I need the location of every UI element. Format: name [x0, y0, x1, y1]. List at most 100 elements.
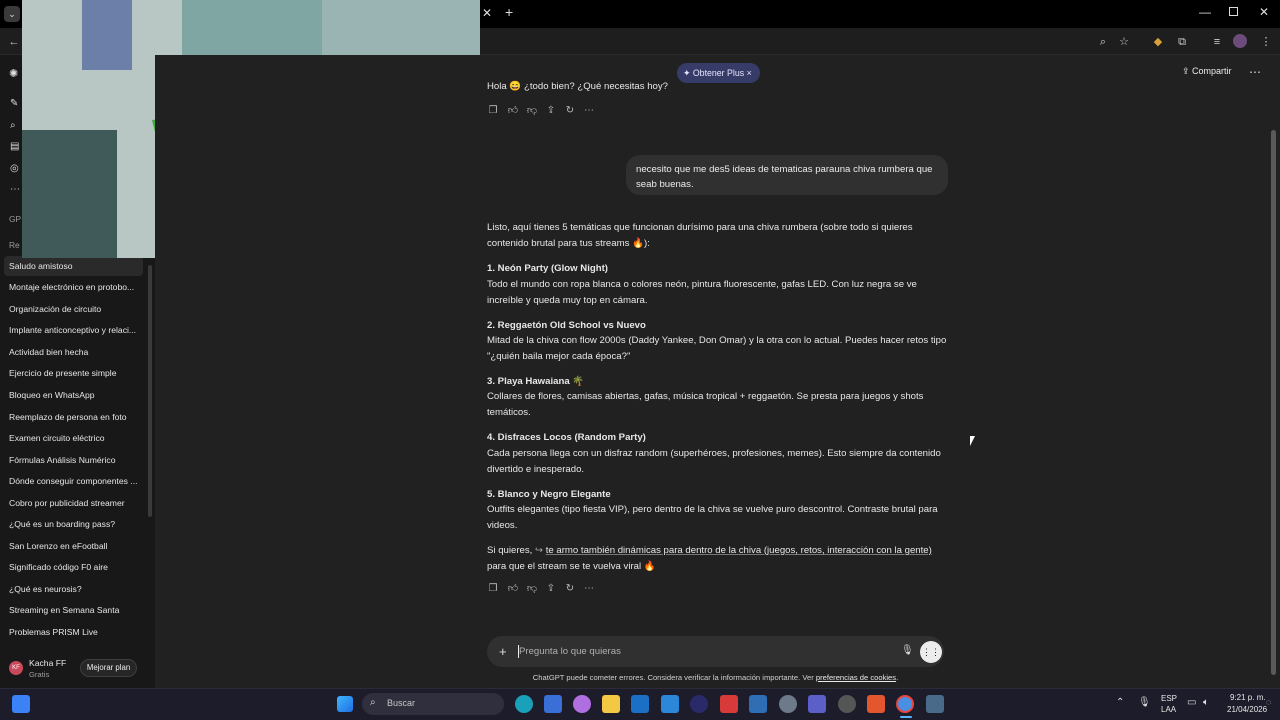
network-icon[interactable]: ▭ [1187, 697, 1196, 708]
search-label: Buscar [387, 698, 416, 708]
store-icon[interactable] [544, 695, 562, 713]
teams-icon[interactable] [808, 695, 826, 713]
idea-body: Collares de flores, camisas abiertas, ga… [487, 391, 924, 418]
user-message-bubble: necesito que me des5 ideas de tematicas … [626, 155, 948, 195]
more-tools-icon[interactable]: ⋯ [10, 184, 20, 195]
sidebar-item-chat[interactable]: Saludo amistoso [4, 256, 143, 276]
sidebar-item-chat[interactable]: Ejercicio de presente simple [4, 363, 143, 383]
sidebar-scrollbar[interactable] [148, 265, 152, 517]
new-chat-icon[interactable]: ✎ [10, 98, 18, 109]
sidebar-item-chat[interactable]: Cobro por publicidad streamer [4, 493, 143, 513]
thumbs-down-icon[interactable]: 👎︎ [526, 105, 538, 117]
conversation-options-icon[interactable]: ⋯ [1249, 65, 1261, 79]
tab-list-dropdown-icon[interactable]: ⌄ [4, 6, 20, 22]
sora-icon[interactable]: ◎ [10, 163, 19, 174]
arrow-icon: ↪ [535, 545, 546, 556]
thumbs-up-icon[interactable]: 👍︎ [507, 583, 519, 595]
restore-icon[interactable] [1229, 7, 1238, 16]
close-icon[interactable]: × [744, 68, 752, 78]
sidebar-item-chat[interactable]: San Lorenzo en eFootball [4, 536, 143, 556]
close-tab-icon[interactable]: ✕ [482, 6, 492, 20]
minimize-icon[interactable]: — [1199, 5, 1211, 19]
thumbs-down-icon[interactable]: 👎︎ [526, 583, 538, 595]
app-icon[interactable] [720, 695, 738, 713]
user-avatar[interactable]: KF [9, 661, 23, 675]
calculator-icon[interactable] [926, 695, 944, 713]
chrome-icon[interactable] [896, 695, 914, 713]
add-attachment-icon[interactable]: + [499, 644, 507, 659]
brave-icon[interactable] [867, 695, 885, 713]
sidebar-item-chat[interactable]: Fórmulas Análisis Numérico [4, 450, 143, 470]
sidebar-item-chat[interactable]: Streaming en Semana Santa [4, 600, 143, 620]
sidebar-item-chat[interactable]: Implante anticonceptivo y relaci... [4, 320, 143, 340]
section-gpts: GP [9, 214, 22, 224]
sidebar-item-chat[interactable]: ¿Qué es un boarding pass? [4, 514, 143, 534]
profile-avatar-icon[interactable] [1233, 34, 1247, 48]
app-icon[interactable] [749, 695, 767, 713]
tray-overflow-icon[interactable]: ⌃ [1116, 697, 1124, 708]
search-chats-icon[interactable]: ⌕ [10, 120, 16, 131]
upgrade-plan-button[interactable]: Mejorar plan [80, 659, 137, 677]
idea-title-text: 3. Playa Hawaiana 🌴 [487, 376, 585, 387]
app-icon[interactable] [690, 695, 708, 713]
composer-input[interactable]: Pregunta lo que quieras [519, 646, 621, 657]
copy-icon[interactable]: ❐ [487, 583, 499, 595]
chat-main-area [155, 55, 1280, 688]
zoom-icon[interactable]: ⌕ [1095, 35, 1111, 49]
browser-menu-icon[interactable]: ⋮ [1258, 35, 1274, 49]
app-icon[interactable] [661, 695, 679, 713]
openai-logo-icon[interactable]: ✺ [9, 67, 18, 80]
cookie-preferences-link[interactable]: preferencias de cookies [816, 673, 896, 682]
back-icon[interactable]: ← [6, 35, 22, 49]
start-icon[interactable] [337, 696, 353, 712]
user-name[interactable]: Kacha FF [29, 658, 66, 668]
edge-icon[interactable] [515, 695, 533, 713]
sidebar-item-chat[interactable]: Significado código F0 aire [4, 557, 143, 577]
app-icon[interactable] [838, 695, 856, 713]
tray-layout[interactable]: LAA [1161, 705, 1176, 714]
more-icon[interactable]: ⋯ [583, 583, 595, 595]
share-icon[interactable]: ⇪ [545, 583, 557, 595]
tray-mic-icon[interactable]: 🎙︎ [1138, 697, 1151, 708]
file-explorer-icon[interactable] [602, 695, 620, 713]
clock-time[interactable]: 9:21 p. m. [1230, 693, 1266, 702]
settings-icon[interactable] [779, 695, 797, 713]
sidebar-item-chat[interactable]: Reemplazo de persona en foto [4, 407, 143, 427]
library-icon[interactable]: ▤ [10, 141, 19, 152]
widgets-icon[interactable] [12, 695, 30, 713]
thumbs-up-icon[interactable]: 👍︎ [507, 105, 519, 117]
extension-icon[interactable]: ◆ [1150, 35, 1166, 49]
bookmark-star-icon[interactable]: ☆ [1116, 35, 1132, 49]
sidebar-item-chat[interactable]: Organización de circuito [4, 299, 143, 319]
taskbar-search[interactable]: ⌕ Buscar [362, 693, 504, 715]
sidebar-item-chat[interactable]: Bloqueo en WhatsApp [4, 385, 143, 405]
outro-suggestion-link[interactable]: te armo también dinámicas para dentro de… [546, 545, 932, 556]
regenerate-icon[interactable]: ↻ [564, 583, 576, 595]
share-button[interactable]: ⇪ Compartir [1182, 66, 1232, 77]
voice-mode-button[interactable]: ⋮⋮ [920, 641, 942, 663]
extensions-puzzle-icon[interactable]: ⧉ [1174, 35, 1190, 49]
copy-icon[interactable]: ❐ [487, 105, 499, 117]
sidebar-item-chat[interactable]: Actividad bien hecha [4, 342, 143, 362]
volume-icon[interactable]: 🔈︎ [1203, 697, 1209, 708]
regenerate-icon[interactable]: ↻ [564, 105, 576, 117]
clock-date[interactable]: 21/04/2026 [1227, 705, 1267, 714]
sidebar-item-chat[interactable]: Montaje electrónico en protobo... [4, 277, 143, 297]
share-icon[interactable]: ⇪ [545, 105, 557, 117]
microphone-icon[interactable]: 🎙︎ [901, 645, 914, 656]
media-control-icon[interactable]: ≡ [1209, 35, 1225, 49]
notifications-icon[interactable]: ◌ [1266, 697, 1271, 707]
sidebar-item-chat[interactable]: ¿Qué es neurosis? [4, 579, 143, 599]
tray-language[interactable]: ESP [1161, 694, 1177, 703]
copilot-icon[interactable] [573, 695, 591, 713]
new-tab-icon[interactable]: + [505, 5, 513, 19]
assistant-outro: Si quieres, ↪ te armo también dinámicas … [487, 543, 947, 575]
sidebar-item-chat[interactable]: Dónde conseguir componentes ... [4, 471, 143, 491]
more-icon[interactable]: ⋯ [583, 105, 595, 117]
sidebar-item-chat[interactable]: Problemas PRISM Live [4, 622, 143, 642]
outlook-icon[interactable] [631, 695, 649, 713]
window-close-icon[interactable]: ✕ [1259, 5, 1269, 19]
idea-title: 1. Neón Party (Glow Night) [487, 261, 947, 277]
sidebar-item-chat[interactable]: Examen circuito eléctrico [4, 428, 143, 448]
chat-scrollbar[interactable] [1271, 130, 1276, 675]
